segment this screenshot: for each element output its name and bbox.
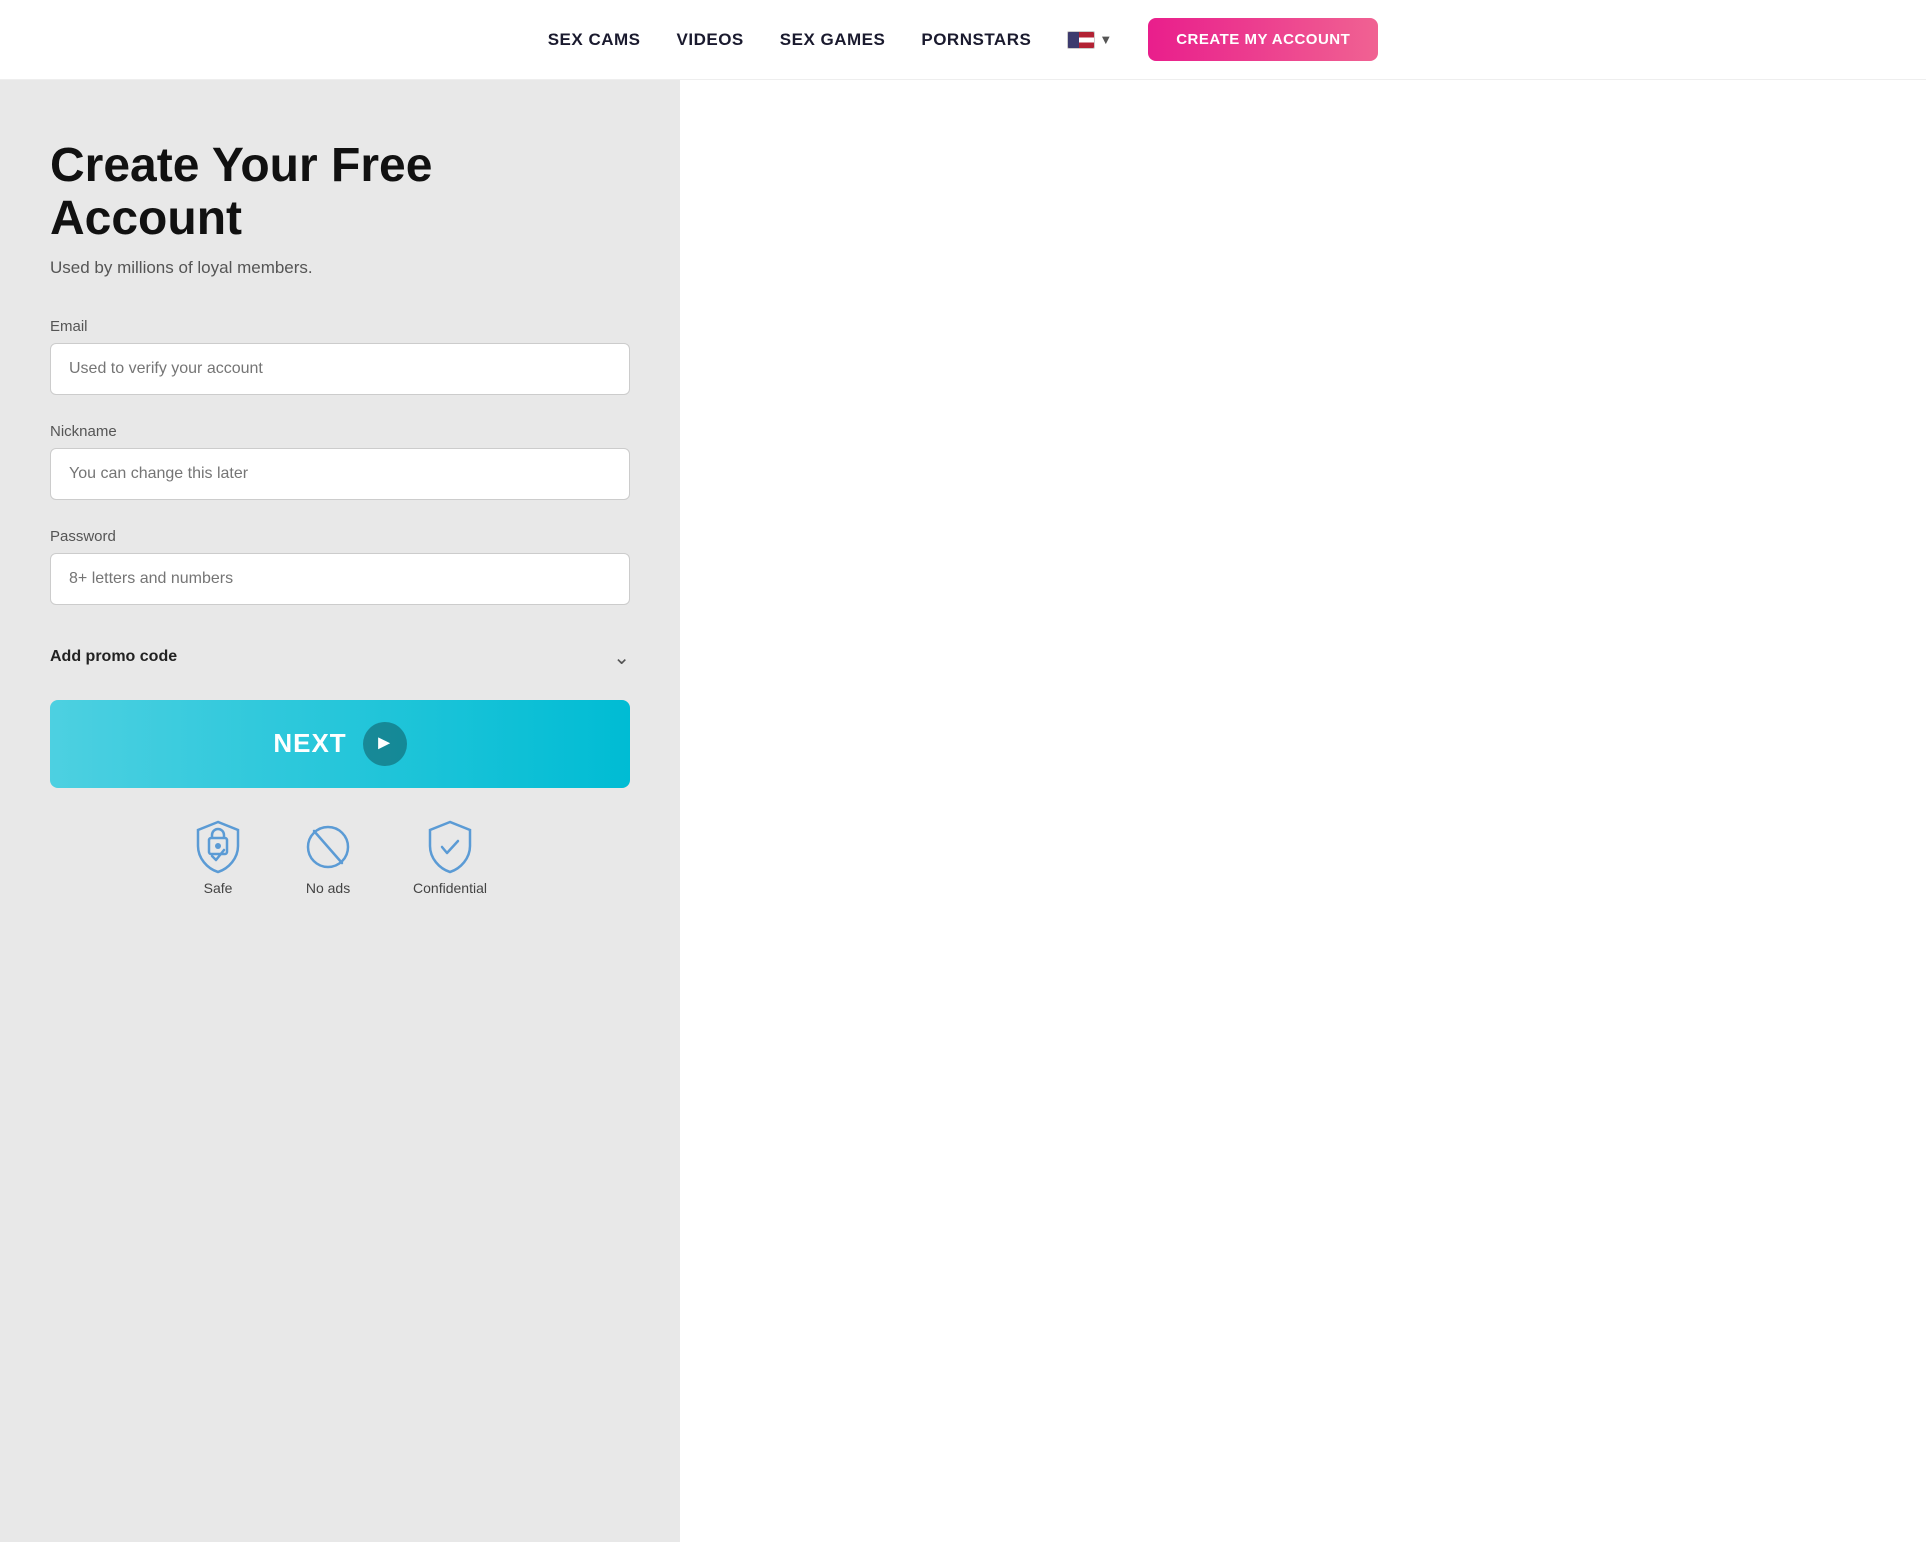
nav-sex-games[interactable]: SEX GAMES	[780, 30, 886, 50]
create-account-button[interactable]: CREATE MY ACCOUNT	[1148, 18, 1378, 61]
nav-sex-cams[interactable]: SEX CAMS	[548, 30, 641, 50]
confidential-label: Confidential	[413, 880, 487, 896]
email-input[interactable]	[50, 343, 630, 395]
next-button[interactable]: NEXT ►	[50, 700, 630, 788]
chevron-down-icon: ▼	[1099, 32, 1112, 47]
nav-videos[interactable]: VIDEOS	[677, 30, 744, 50]
no-ads-icon	[303, 820, 353, 874]
next-button-label: NEXT	[273, 728, 346, 759]
chevron-down-icon: ⌄	[613, 645, 630, 670]
nickname-label: Nickname	[50, 423, 630, 440]
trust-safe: Safe	[193, 820, 243, 896]
promo-code-label: Add promo code	[50, 648, 177, 666]
trust-badges: Safe No ads Confidential	[50, 820, 630, 896]
trust-confidential: Confidential	[413, 820, 487, 896]
nav-pornstars[interactable]: PORNSTARS	[921, 30, 1031, 50]
nickname-input[interactable]	[50, 448, 630, 500]
email-field-group: Email	[50, 318, 630, 395]
us-flag-icon	[1067, 31, 1095, 49]
promo-code-row[interactable]: Add promo code ⌄	[50, 633, 630, 682]
nickname-field-group: Nickname	[50, 423, 630, 500]
no-ads-label: No ads	[306, 880, 350, 896]
main-nav: SEX CAMS VIDEOS SEX GAMES PORNSTARS ▼ CR…	[548, 18, 1379, 61]
main-content: Create Your Free Account Used by million…	[0, 80, 1926, 1542]
next-arrow-icon: ►	[363, 722, 407, 766]
form-subtitle: Used by millions of loyal members.	[50, 258, 630, 278]
safe-icon	[193, 820, 243, 874]
right-content-area	[680, 80, 1926, 1542]
safe-label: Safe	[204, 880, 233, 896]
registration-form-section: Create Your Free Account Used by million…	[0, 80, 680, 1542]
trust-no-ads: No ads	[303, 820, 353, 896]
password-input[interactable]	[50, 553, 630, 605]
email-label: Email	[50, 318, 630, 335]
form-title: Create Your Free Account	[50, 140, 630, 246]
site-header: SEX CAMS VIDEOS SEX GAMES PORNSTARS ▼ CR…	[0, 0, 1926, 80]
language-selector[interactable]: ▼	[1067, 31, 1112, 49]
password-label: Password	[50, 528, 630, 545]
confidential-icon	[425, 820, 475, 874]
password-field-group: Password	[50, 528, 630, 605]
